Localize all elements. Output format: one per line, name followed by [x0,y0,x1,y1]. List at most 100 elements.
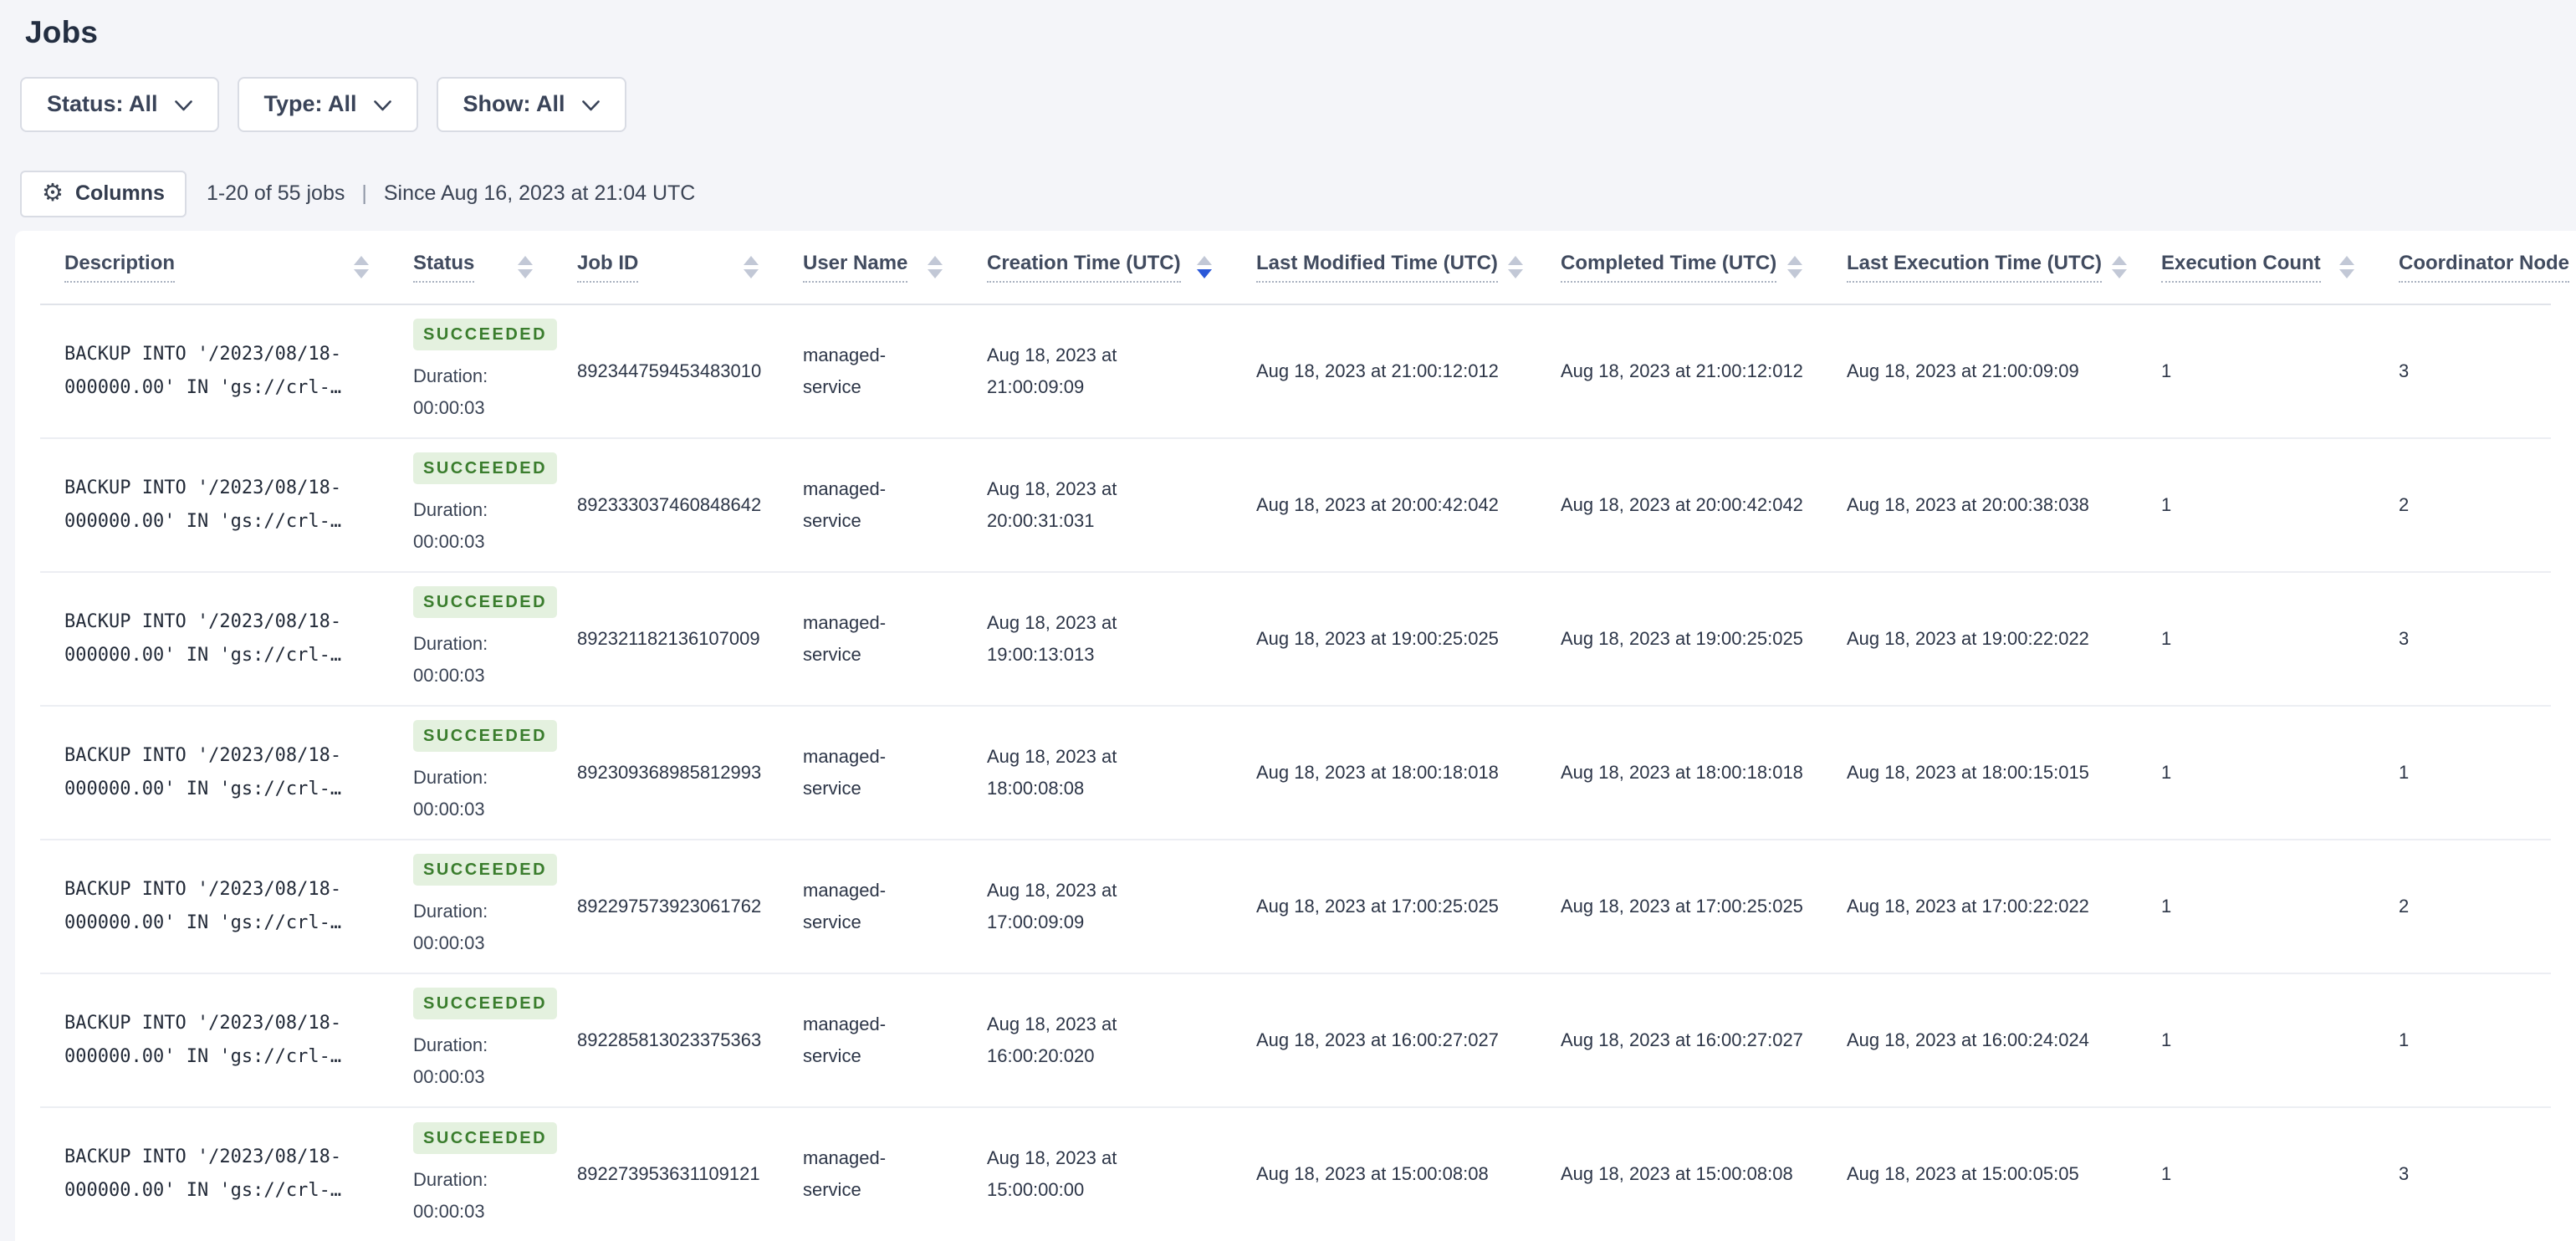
column-header-label[interactable]: Last Modified Time (UTC) [1256,252,1498,283]
cell-job-id: 892344759453483010 [553,304,779,439]
gear-icon: ⚙ [42,180,64,207]
sort-desc-icon [744,268,759,278]
column-header-coordinator-node: Coordinator Node [2374,230,2569,305]
cell-status: SUCCEEDED Duration: 00:00:03 [389,437,558,573]
filter-dropdown-type[interactable]: Type: All [237,76,418,132]
sort-control[interactable] [2339,255,2354,278]
sort-asc-icon [928,255,943,265]
sort-desc-icon [928,268,943,278]
sort-control[interactable] [928,255,943,278]
cell-status: SUCCEEDED Duration: 00:00:03 [389,705,558,840]
filters-bar: Status: All Type: All Show: All [20,76,2576,132]
filter-label: Type: All [263,91,357,117]
table-row[interactable]: BACKUP INTO '/2023/08/18- 000000.00' IN … [40,304,2551,439]
cell-completed-time: Aug 18, 2023 at 19:00:25:025 [1536,571,1822,707]
sort-control[interactable] [518,255,533,278]
column-header-label[interactable]: Status [413,252,475,283]
description-line-2: 000000.00' IN 'gs://crl-… [64,1180,342,1202]
sort-desc-icon [354,268,369,278]
sort-control[interactable] [1507,255,1523,278]
table-row[interactable]: BACKUP INTO '/2023/08/18- 000000.00' IN … [40,571,2551,707]
cell-last-modified-time: Aug 18, 2023 at 20:00:42:042 [1232,437,1536,573]
column-header-creation-time: Creation Time (UTC) [963,230,1232,305]
toolbar: ⚙ Columns 1-20 of 55 jobs | Since Aug 16… [20,170,2576,217]
job-duration: Duration: 00:00:03 [413,633,488,687]
jobs-table: Description Status Job ID User Name Crea… [40,230,2569,1241]
cell-job-id: 892321182136107009 [553,571,779,707]
filter-label: Show: All [463,91,565,117]
table-row[interactable]: BACKUP INTO '/2023/08/18- 000000.00' IN … [40,973,2551,1108]
cell-coordinator-node: 3 [2374,571,2551,707]
filter-dropdown-status[interactable]: Status: All [20,76,219,132]
cell-coordinator-node: 3 [2374,304,2551,439]
table-row[interactable]: BACKUP INTO '/2023/08/18- 000000.00' IN … [40,705,2551,840]
description-line-1: BACKUP INTO '/2023/08/18- [64,343,342,365]
status-badge: SUCCEEDED [413,854,558,886]
job-duration: Duration: 00:00:03 [413,1034,488,1088]
description-line-1: BACKUP INTO '/2023/08/18- [64,477,342,498]
cell-status: SUCCEEDED Duration: 00:00:03 [389,304,558,439]
cell-creation-time: Aug 18, 2023 at 19:00:13:013 [963,571,1232,707]
cell-creation-time: Aug 18, 2023 at 20:00:31:031 [963,437,1232,573]
cell-execution-count: 1 [2161,1163,2172,1185]
column-header-label[interactable]: Description [64,252,176,283]
chevron-down-icon [581,91,600,117]
columns-button[interactable]: ⚙ Columns [20,170,187,217]
cell-execution-count: 1 [2137,839,2374,974]
cell-user-name: managed-service [779,705,963,840]
cell-coordinator-node: 3 [2399,1163,2410,1185]
description-line-2: 000000.00' IN 'gs://crl-… [64,778,342,799]
column-header-label[interactable]: Last Execution Time (UTC) [1847,252,2102,283]
cell-execution-count: 1 [2137,437,2374,573]
column-header-description: Description [40,230,389,305]
sort-asc-icon [2111,255,2127,265]
cell-last-execution-time: Aug 18, 2023 at 20:00:38:038 [1822,437,2137,573]
table-row[interactable]: BACKUP INTO '/2023/08/18- 000000.00' IN … [40,437,2551,573]
sort-desc-icon [2339,268,2354,278]
table-row[interactable]: BACKUP INTO '/2023/08/18- 000000.00' IN … [40,839,2551,974]
column-header-status: Status [389,230,553,305]
sort-control[interactable] [1197,255,1212,278]
table-row[interactable]: BACKUP INTO '/2023/08/18- 000000.00' IN … [40,1107,2551,1241]
sort-control[interactable] [1787,255,1802,278]
sort-desc-icon [1507,268,1523,278]
cell-user-name: managed-service [803,1147,887,1201]
cell-coordinator-node: 1 [2374,973,2551,1108]
since-text: Since Aug 16, 2023 at 21:04 UTC [383,181,696,206]
cell-last-modified-time: Aug 18, 2023 at 19:00:25:025 [1232,571,1536,707]
description-line-1: BACKUP INTO '/2023/08/18- [64,878,342,900]
job-duration: Duration: 00:00:03 [413,1168,488,1222]
cell-last-execution-time: Aug 18, 2023 at 15:00:05:05 [1847,1163,2079,1185]
cell-description: BACKUP INTO '/2023/08/18- 000000.00' IN … [40,839,389,974]
sort-asc-icon [1787,255,1802,265]
column-header-label[interactable]: Job ID [577,252,639,283]
chevron-down-icon [373,91,391,117]
column-header-label[interactable]: User Name [803,252,908,283]
column-header-label[interactable]: Execution Count [2161,252,2321,283]
column-header-label[interactable]: Completed Time (UTC) [1561,252,1777,283]
job-duration: Duration: 00:00:03 [413,901,488,954]
cell-job-id: 892273953631109121 [577,1163,760,1185]
cell-execution-count: 1 [2137,571,2374,707]
sort-control[interactable] [354,255,369,278]
cell-execution-count: 1 [2137,705,2374,840]
cell-completed-time: Aug 18, 2023 at 17:00:25:025 [1536,839,1822,974]
sort-desc-icon [1787,268,1802,278]
sort-asc-icon [744,255,759,265]
sort-control[interactable] [2111,255,2127,278]
cell-status: SUCCEEDED Duration: 00:00:03 [389,571,558,707]
column-header-label[interactable]: Creation Time (UTC) [987,252,1181,283]
column-header-label[interactable]: Coordinator Node [2399,252,2569,283]
cell-description: BACKUP INTO '/2023/08/18- 000000.00' IN … [40,705,389,840]
cell-completed-time: Aug 18, 2023 at 18:00:18:018 [1536,705,1822,840]
cell-last-modified-time: Aug 18, 2023 at 21:00:12:012 [1232,304,1536,439]
sort-control[interactable] [744,255,759,278]
column-header-user-name: User Name [779,230,963,305]
cell-user-name: managed-service [779,437,963,573]
status-badge: SUCCEEDED [413,452,558,485]
cell-last-modified-time: Aug 18, 2023 at 16:00:27:027 [1232,973,1536,1108]
columns-button-label: Columns [75,181,165,206]
cell-user-name: managed-service [779,973,963,1108]
filter-dropdown-show[interactable]: Show: All [436,76,626,132]
cell-last-execution-time: Aug 18, 2023 at 17:00:22:022 [1822,839,2137,974]
